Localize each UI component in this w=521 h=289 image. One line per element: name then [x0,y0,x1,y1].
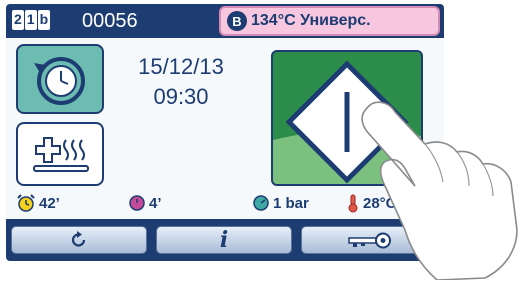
program-code-digit: 2 [12,10,24,30]
program-code: 2 1 b [12,10,51,30]
pressure-value: 1 bar [273,194,309,212]
refresh-button[interactable] [11,226,147,254]
hand-pointer-icon [361,101,518,280]
mode-text: 134°C Универс. [251,12,371,29]
timer-status: 42’ [16,191,60,215]
cycle-clock-icon [129,195,145,211]
alarm-clock-icon [17,194,35,212]
date-display: 15/12/13 [138,54,224,79]
pressure-gauge-icon [253,195,269,211]
cycle-mode-badge[interactable]: B 134°C Универс. [219,6,440,36]
refresh-icon [71,231,86,247]
info-icon: i [219,227,229,253]
plus-steam-icon [33,137,89,172]
cycle-time-status: 4’ [128,191,162,215]
time-display: 09:30 [153,84,209,109]
program-code-digit: b [37,10,51,30]
mode-letter-icon: B [227,11,247,31]
program-code-digit: 1 [24,10,37,30]
header-bar: 2 1 b 00056 B 134°C Универс. [6,4,444,38]
timer-button[interactable] [16,44,104,114]
program-number: 00056 [82,10,138,32]
cycle-time-value: 4’ [149,194,162,212]
info-button[interactable]: i [156,226,292,254]
timer-value: 42’ [39,194,60,212]
pressure-status: 1 bar [252,191,309,215]
steam-button[interactable] [16,122,104,186]
clock-refresh-icon [34,57,85,105]
